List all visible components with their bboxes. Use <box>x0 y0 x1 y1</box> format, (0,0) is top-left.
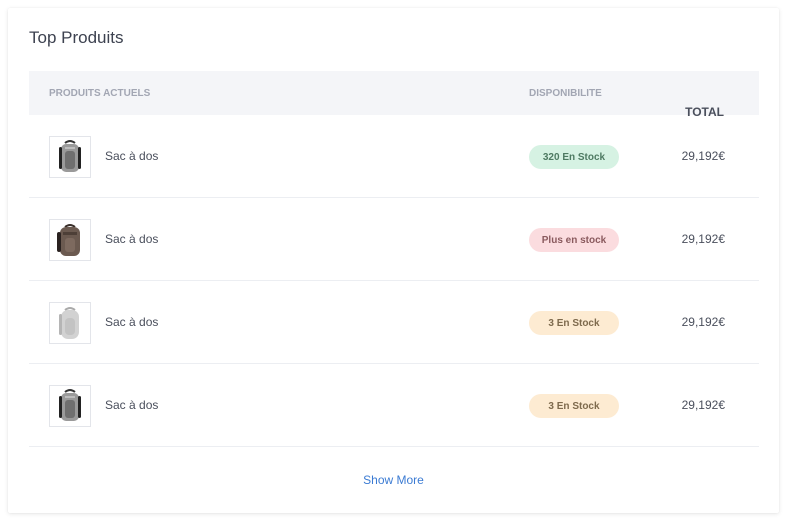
product-name: Sac à dos <box>105 149 159 163</box>
product-thumbnail[interactable] <box>49 219 91 261</box>
product-total: 29,192€ <box>681 315 725 329</box>
table-row[interactable]: Sac à dos Plus en stock 29,192€ <box>29 198 759 281</box>
card-title: Top Produits <box>29 28 124 47</box>
product-name: Sac à dos <box>105 315 159 329</box>
product-total: 29,192€ <box>681 149 725 163</box>
product-name: Sac à dos <box>105 398 159 412</box>
status-badge: 3 En Stock <box>529 311 619 335</box>
products-table: PRODUITS ACTUELS DISPONIBILITE TOTAL Sac… <box>29 71 759 447</box>
product-name: Sac à dos <box>105 232 159 246</box>
header-product: PRODUITS ACTUELS <box>49 88 151 99</box>
status-badge: 3 En Stock <box>529 394 619 418</box>
product-thumbnail[interactable] <box>49 136 91 178</box>
show-more-link[interactable]: Show More <box>8 473 779 487</box>
status-badge: 320 En Stock <box>529 145 619 169</box>
table-row[interactable]: Sac à dos 3 En Stock 29,192€ <box>29 364 759 447</box>
table-row[interactable]: Sac à dos 3 En Stock 29,192€ <box>29 281 759 364</box>
product-total: 29,192€ <box>681 232 725 246</box>
product-thumbnail[interactable] <box>49 302 91 344</box>
backpack-light-grey-icon <box>59 307 79 339</box>
product-thumbnail[interactable] <box>49 385 91 427</box>
table-row[interactable]: Sac à dos 320 En Stock 29,192€ <box>29 115 759 198</box>
top-products-card: Top Produits PRODUITS ACTUELS DISPONIBIL… <box>8 8 779 513</box>
header-availability: DISPONIBILITE <box>529 88 602 99</box>
backpack-grey-black-icon <box>59 140 81 172</box>
backpack-grey-black-icon <box>59 389 81 421</box>
status-badge: Plus en stock <box>529 228 619 252</box>
table-header: PRODUITS ACTUELS DISPONIBILITE TOTAL <box>29 71 759 119</box>
backpack-brown-icon <box>57 224 80 256</box>
product-total: 29,192€ <box>681 398 725 412</box>
